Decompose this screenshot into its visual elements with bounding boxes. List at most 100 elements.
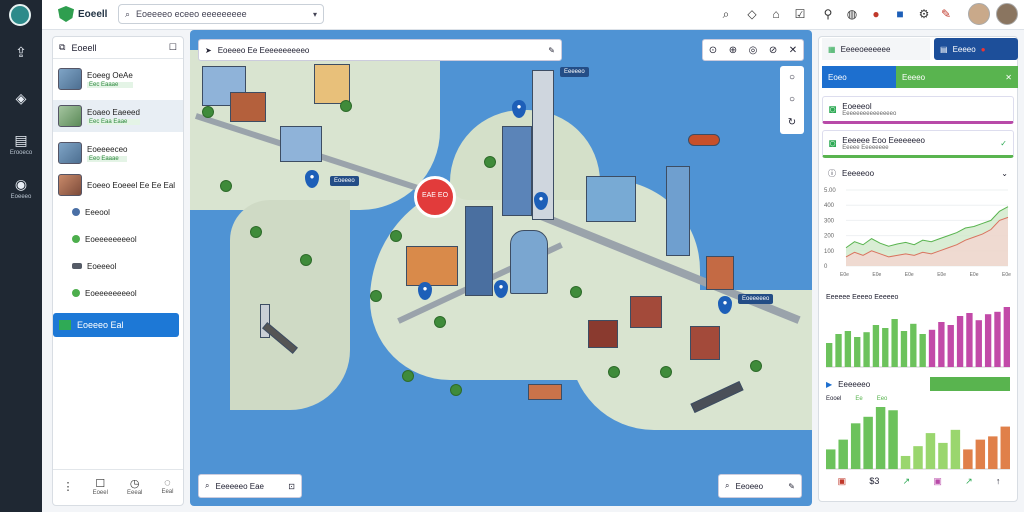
rail-compass-button[interactable]: ◉ Eoeeeo (0, 176, 42, 200)
list-item[interactable]: Eoeeg OeAe Eec Eaaae (53, 64, 183, 94)
footer-save-button[interactable]: ☐ Eoeel (93, 477, 108, 496)
info-card[interactable]: ◙ Eoeeeol Eeeeeeeeeeeeeeeo (822, 96, 1014, 124)
left-panel-footer: ⋮ ☐ Eoeel ◷ Eeeal ◌ Eeal (53, 469, 183, 502)
brand[interactable]: Eoeell (58, 4, 107, 24)
bar (910, 323, 917, 367)
dock-building[interactable] (528, 384, 562, 400)
search-input[interactable]: ⌕ Eoeeeeo eceeo eeeeeeeee ▾ (118, 4, 324, 24)
tree (340, 100, 352, 112)
y-tick-label: 5.00 (824, 188, 836, 194)
main-map-pin[interactable]: EAE EO (414, 176, 456, 218)
close-icon[interactable]: ✕ (789, 45, 797, 56)
map-title-bar[interactable]: ➤ Eoeeeo Ee Eeeeeeeeeeo ✎ (198, 39, 562, 61)
layer-item[interactable]: Eoeeeeeeeeol (53, 231, 183, 247)
tab-data[interactable]: Eoeo (822, 66, 896, 88)
rail-upload-button[interactable]: ⇪ (0, 44, 42, 61)
map-toolbar: ⊙ ⊕ ◎ ⊘ ✕ (702, 39, 804, 61)
check-icon[interactable]: ☑ (792, 6, 808, 22)
share-icon[interactable]: ⚲ (820, 6, 836, 22)
x-tick-label: E0e (1002, 272, 1011, 278)
footer-menu-button[interactable]: ⋮ (63, 480, 74, 493)
tree (220, 180, 232, 192)
close-icon[interactable]: ✕ (1005, 73, 1012, 82)
list-item-badge: Eec Eaa Eaae (87, 118, 140, 125)
tree (300, 254, 312, 266)
rail-panel-button[interactable]: ▤ Erooeco (0, 132, 42, 156)
map-label[interactable]: Eeeeeo (560, 67, 589, 77)
office-building[interactable] (280, 126, 322, 162)
tower-building[interactable] (666, 166, 690, 256)
zoom-in-icon[interactable]: ○ (789, 72, 795, 83)
dome-building[interactable] (510, 230, 548, 294)
chart3-header[interactable]: ▶ Eeeeeeo (822, 374, 1014, 394)
footer-help-button[interactable]: ◌ Eeal (161, 477, 173, 495)
locate-icon[interactable]: ⊕ (729, 45, 737, 56)
map-search-label: Eeeeeeo Eae (215, 481, 264, 491)
chart-header[interactable]: ⓘ Eeeeeoo ⌄ (822, 164, 1014, 182)
house-building[interactable] (630, 296, 662, 328)
map-title: Eoeeeo Ee Eeeeeeeeeeo (217, 45, 310, 55)
layer-item[interactable]: Eoeeeeeeeeol (53, 285, 183, 301)
active-layer-label: Eoeeeo Eal (77, 320, 124, 330)
app-logo[interactable] (9, 4, 31, 26)
tab-scale[interactable]: ▤ Eeeeo ● (934, 38, 1018, 60)
tab-overview[interactable]: ▦ Eeeeoeeeeee (822, 38, 930, 60)
map-label[interactable]: Eoeeeo (330, 176, 359, 186)
bar (838, 439, 848, 469)
chevron-down-icon[interactable]: ▾ (313, 10, 317, 19)
footer-time-button[interactable]: ◷ Eeeal (127, 477, 142, 496)
filter-icon[interactable]: ⊘ (769, 45, 777, 56)
zoom-out-icon[interactable]: ○ (789, 94, 795, 105)
house-building[interactable] (690, 326, 720, 360)
avatar-secondary[interactable] (996, 3, 1018, 25)
layer-item[interactable]: Eoeeeol (53, 258, 183, 274)
info-card[interactable]: ◙ Eeeeee Eoo Eeeeeeeo Eeeee Eeeeeeee ✓ (822, 130, 1014, 158)
house-building[interactable] (706, 256, 734, 290)
tower-building[interactable] (465, 206, 493, 296)
search-icon[interactable]: ⌕ (718, 6, 734, 22)
info-icon[interactable]: ■ (892, 6, 908, 22)
tab-report[interactable]: Eeeeo ✕ (896, 66, 1018, 88)
house-building[interactable] (230, 92, 266, 122)
layers-icon[interactable]: ⊙ (709, 45, 717, 56)
rail-tag-button[interactable]: ◈ (0, 90, 42, 107)
map-find-bar[interactable]: ⌕ Eeoeeo ✎ (718, 474, 802, 498)
bar (854, 337, 861, 367)
tag-icon[interactable]: ◇ (744, 6, 760, 22)
avatar[interactable] (968, 3, 990, 25)
list-item[interactable]: Eoeeeeceo Eeo Eaaae (53, 138, 183, 168)
list-item-title: Eoaeo Eaeeed (87, 107, 140, 117)
edit-icon[interactable]: ✎ (938, 6, 954, 22)
layer-item[interactable]: Eeeool (53, 204, 183, 220)
chart1-title: Eeeeeoo (842, 168, 875, 178)
rotate-icon[interactable]: ↻ (788, 117, 796, 128)
target-icon[interactable]: ◎ (749, 45, 758, 56)
active-layer-button[interactable]: Eoeeeo Eal (53, 313, 179, 337)
house-building[interactable] (314, 64, 350, 104)
edit-icon[interactable]: ✎ (788, 482, 795, 491)
boat[interactable] (688, 134, 720, 146)
list-item[interactable]: Eoeeo Eoeeel Ee Ee Eal (53, 172, 183, 198)
alert-icon[interactable]: ● (868, 6, 884, 22)
close-icon[interactable]: ☐ (169, 42, 177, 53)
edit-icon[interactable]: ✎ (548, 46, 555, 55)
house-building[interactable] (406, 246, 458, 286)
settings-icon[interactable]: ⚙ (916, 6, 932, 22)
office-building[interactable] (586, 176, 636, 222)
map-search-bar[interactable]: ⌕ Eeeeeeo Eae ⊡ (198, 474, 302, 498)
globe-icon[interactable]: ◍ (844, 6, 860, 22)
chevron-down-icon[interactable]: ✓ (1000, 139, 1007, 148)
bookmark-icon[interactable]: ⌂ (768, 6, 784, 22)
house-building[interactable] (588, 320, 618, 348)
map-canvas[interactable]: EAE EO ● ● ● ● ● ● Eeeeeo Eoeeeo Eoeeeee… (190, 30, 812, 506)
tower-building[interactable] (502, 126, 532, 216)
chevron-down-icon[interactable]: ⌄ (1001, 169, 1008, 178)
bookmark-icon[interactable]: ⊡ (288, 482, 295, 491)
list-item[interactable]: Eoaeo Eaeeed Eec Eaa Eaae (53, 100, 183, 132)
bar-chart (826, 307, 1010, 368)
tag-icon: ◈ (15, 90, 27, 106)
map-label[interactable]: Eoeeeeeo (738, 294, 774, 304)
x-tick-label: E0e (872, 272, 881, 278)
arrow-icon[interactable]: ➤ (205, 46, 212, 55)
bar (956, 316, 964, 367)
